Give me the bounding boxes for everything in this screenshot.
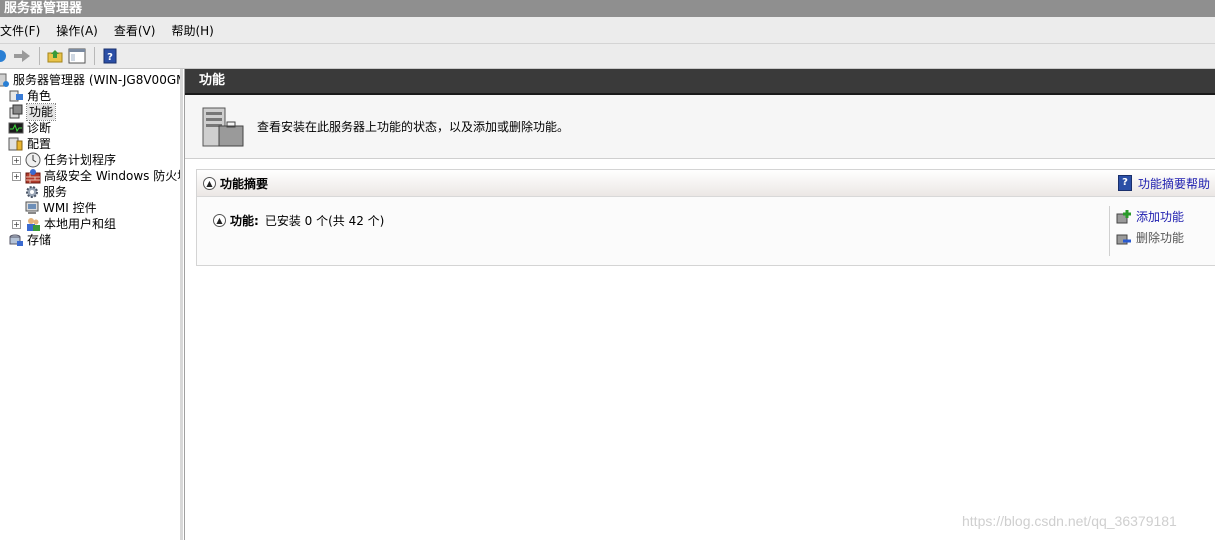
watermark: https://blog.csdn.net/qq_36379181 bbox=[962, 513, 1177, 529]
forward-arrow-icon[interactable] bbox=[12, 46, 32, 66]
summary-help-label: 功能摘要帮助 bbox=[1138, 176, 1211, 191]
section-title: 功能摘要 bbox=[220, 176, 269, 191]
users-icon bbox=[27, 218, 40, 231]
tree-item-roles[interactable]: 角色 bbox=[8, 88, 51, 104]
tree-item-diagnostics[interactable]: 诊断 bbox=[8, 120, 51, 136]
tree-item-local-users[interactable]: + 本地用户和组 bbox=[12, 216, 116, 232]
actions-panel: 添加功能 删除功能 bbox=[1109, 206, 1215, 256]
roles-icon bbox=[9, 90, 23, 102]
features-status-row: ▲ 功能: 已安装 0 个(共 42 个) bbox=[213, 212, 384, 229]
tree-item-features[interactable]: 功能 bbox=[8, 103, 57, 121]
collapse-icon[interactable]: ▲ bbox=[213, 214, 226, 227]
toolbar: ? bbox=[0, 44, 1215, 69]
menu-action[interactable]: 操作(A) bbox=[48, 22, 106, 39]
features-server-icon bbox=[202, 107, 244, 146]
help-icon: ? bbox=[1118, 175, 1132, 191]
add-features-icon bbox=[1116, 209, 1131, 223]
intro-description: 查看安装在此服务器上功能的状态，以及添加或删除功能。 bbox=[257, 120, 570, 134]
remove-features-link[interactable]: 删除功能 bbox=[1110, 227, 1215, 248]
tree-item-services[interactable]: 服务 bbox=[24, 184, 67, 200]
intro-panel: 查看安装在此服务器上功能的状态，以及添加或删除功能。 bbox=[185, 95, 1215, 159]
toolbar-separator bbox=[39, 47, 40, 65]
clock-icon bbox=[25, 152, 41, 168]
add-features-link[interactable]: 添加功能 bbox=[1110, 206, 1215, 227]
tree-item-firewall[interactable]: + 高级安全 Windows 防火墙 bbox=[12, 168, 180, 184]
wmi-icon bbox=[25, 201, 39, 214]
expand-icon[interactable]: + bbox=[12, 219, 21, 229]
gear-icon bbox=[26, 186, 38, 198]
server-manager-icon bbox=[0, 73, 9, 87]
collapse-icon[interactable]: ▲ bbox=[203, 176, 216, 190]
tree-item-task-scheduler[interactable]: + 任务计划程序 bbox=[12, 152, 116, 168]
menu-bar: 文件(F) 操作(A) 查看(V) 帮助(H) bbox=[0, 17, 1215, 44]
features-summary-header: ▲ 功能摘要 ? 功能摘要帮助 bbox=[197, 170, 1215, 197]
tree-item-configuration[interactable]: 配置 bbox=[8, 136, 51, 152]
show-hide-tree-icon[interactable] bbox=[67, 46, 87, 66]
tree-item-storage[interactable]: 存储 bbox=[8, 232, 51, 248]
remove-features-icon bbox=[1116, 234, 1131, 244]
expand-icon[interactable]: + bbox=[12, 155, 21, 165]
back-arrow-icon[interactable] bbox=[0, 46, 10, 66]
tree-item-wmi[interactable]: WMI 控件 bbox=[24, 200, 97, 216]
firewall-icon bbox=[25, 169, 41, 184]
console-tree: 服务器管理器 (WIN-JG8V00GMKS 角色 功能 诊断 配置 + 任务计… bbox=[0, 69, 183, 540]
summary-help-link[interactable]: ? 功能摘要帮助 bbox=[1118, 175, 1210, 192]
features-icon bbox=[9, 104, 23, 119]
window-title: 服务器管理器 bbox=[0, 0, 1215, 17]
page-title: 功能 bbox=[185, 69, 1215, 95]
status-label: 功能: bbox=[230, 214, 259, 228]
svg-text:?: ? bbox=[107, 52, 113, 63]
help-icon[interactable]: ? bbox=[100, 46, 120, 66]
up-folder-icon[interactable] bbox=[45, 46, 65, 66]
status-text: 已安装 0 个(共 42 个) bbox=[264, 214, 385, 228]
features-summary-section: ▲ 功能摘要 ? 功能摘要帮助 ▲ 功能: 已安装 0 个(共 42 个) 添加… bbox=[196, 169, 1215, 266]
configuration-icon bbox=[8, 137, 23, 151]
main-pane: 功能 查看安装在此服务器上功能的状态，以及添加或删除功能。 ▲ 功能摘要 ? 功… bbox=[184, 69, 1215, 540]
menu-file[interactable]: 文件(F) bbox=[0, 22, 48, 39]
tree-root[interactable]: 服务器管理器 (WIN-JG8V00GMKS bbox=[0, 72, 180, 88]
toolbar-separator bbox=[94, 47, 95, 65]
expand-icon[interactable]: + bbox=[12, 171, 21, 181]
menu-help[interactable]: 帮助(H) bbox=[163, 22, 221, 39]
menu-view[interactable]: 查看(V) bbox=[106, 22, 164, 39]
storage-icon bbox=[9, 234, 23, 246]
diagnostics-icon bbox=[8, 122, 24, 134]
